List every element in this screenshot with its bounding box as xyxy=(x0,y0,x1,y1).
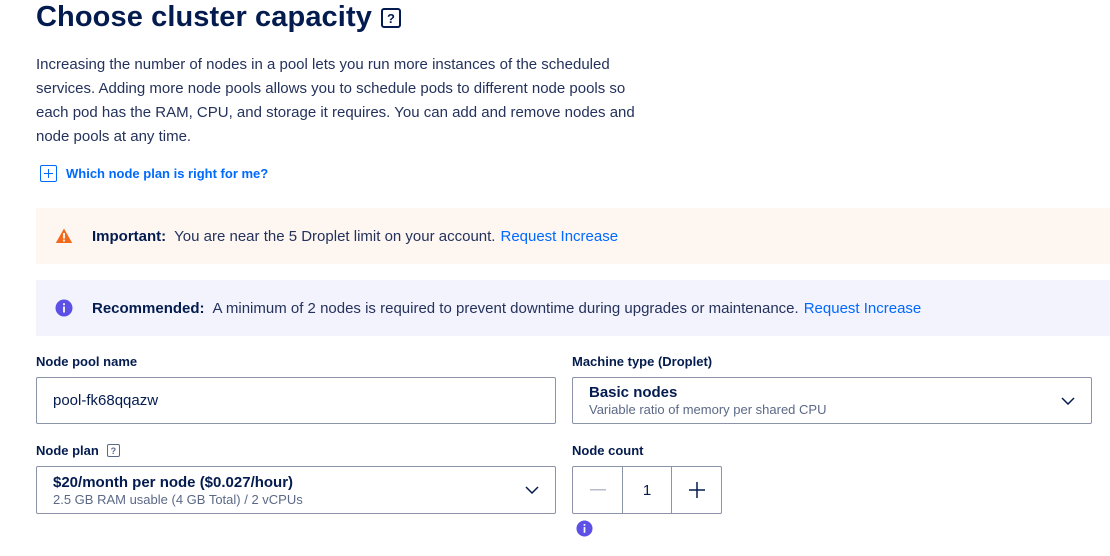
info-label: Recommended: xyxy=(92,299,205,317)
request-increase-link[interactable]: Request Increase xyxy=(804,300,922,317)
increment-button[interactable] xyxy=(672,467,721,513)
warning-label: Important: xyxy=(92,227,167,245)
node-plan-help-link[interactable]: Which node plan is right for me? xyxy=(40,165,268,182)
warning-alert: Important: You are near the 5 Droplet li… xyxy=(36,208,1110,264)
help-icon[interactable]: ? xyxy=(106,444,120,457)
plus-square-icon xyxy=(40,165,57,182)
node-plan-select[interactable]: $20/month per node ($0.027/hour) 2.5 GB … xyxy=(36,466,556,514)
plus-icon xyxy=(688,482,705,498)
info-circle-icon[interactable] xyxy=(576,520,593,537)
request-increase-link[interactable]: Request Increase xyxy=(500,228,618,245)
info-text: A minimum of 2 nodes is required to prev… xyxy=(212,299,799,317)
machine-type-label: Machine type (Droplet) xyxy=(572,354,713,369)
description-text: Increasing the number of nodes in a pool… xyxy=(36,56,635,145)
info-alert: Recommended: A minimum of 2 nodes is req… xyxy=(36,280,1110,336)
chevron-down-icon xyxy=(525,486,539,494)
decrement-button[interactable] xyxy=(573,467,622,513)
pool-name-label: Node pool name xyxy=(36,354,138,369)
machine-type-select[interactable]: Basic nodes Variable ratio of memory per… xyxy=(572,377,1092,424)
pool-name-input[interactable]: pool-fk68qqazw xyxy=(36,377,556,424)
page-title: Choose cluster capacity xyxy=(36,1,372,33)
machine-type-value: Basic nodes xyxy=(589,384,678,401)
node-plan-label: Node plan xyxy=(36,443,99,458)
node-plan-value: $20/month per node ($0.027/hour) xyxy=(53,473,294,491)
node-plan-help-label: Which node plan is right for me? xyxy=(66,166,269,181)
node-count-input[interactable]: 1 xyxy=(622,467,672,513)
warning-text: You are near the 5 Droplet limit on your… xyxy=(174,227,496,245)
node-plan-subtitle: 2.5 GB RAM usable (4 GB Total) / 2 vCPUs xyxy=(53,491,303,507)
chevron-down-icon xyxy=(1061,396,1075,405)
warning-triangle-icon xyxy=(55,228,73,243)
minus-icon xyxy=(589,489,606,491)
info-circle-icon xyxy=(55,299,73,317)
node-count-label: Node count xyxy=(572,443,644,458)
node-plan-label-row: Node plan ? xyxy=(36,443,120,458)
machine-type-subtitle: Variable ratio of memory per shared CPU xyxy=(589,402,827,417)
page-header: Choose cluster capacity ? xyxy=(36,0,401,34)
node-count-stepper: 1 xyxy=(572,466,722,514)
help-icon[interactable]: ? xyxy=(380,8,401,28)
